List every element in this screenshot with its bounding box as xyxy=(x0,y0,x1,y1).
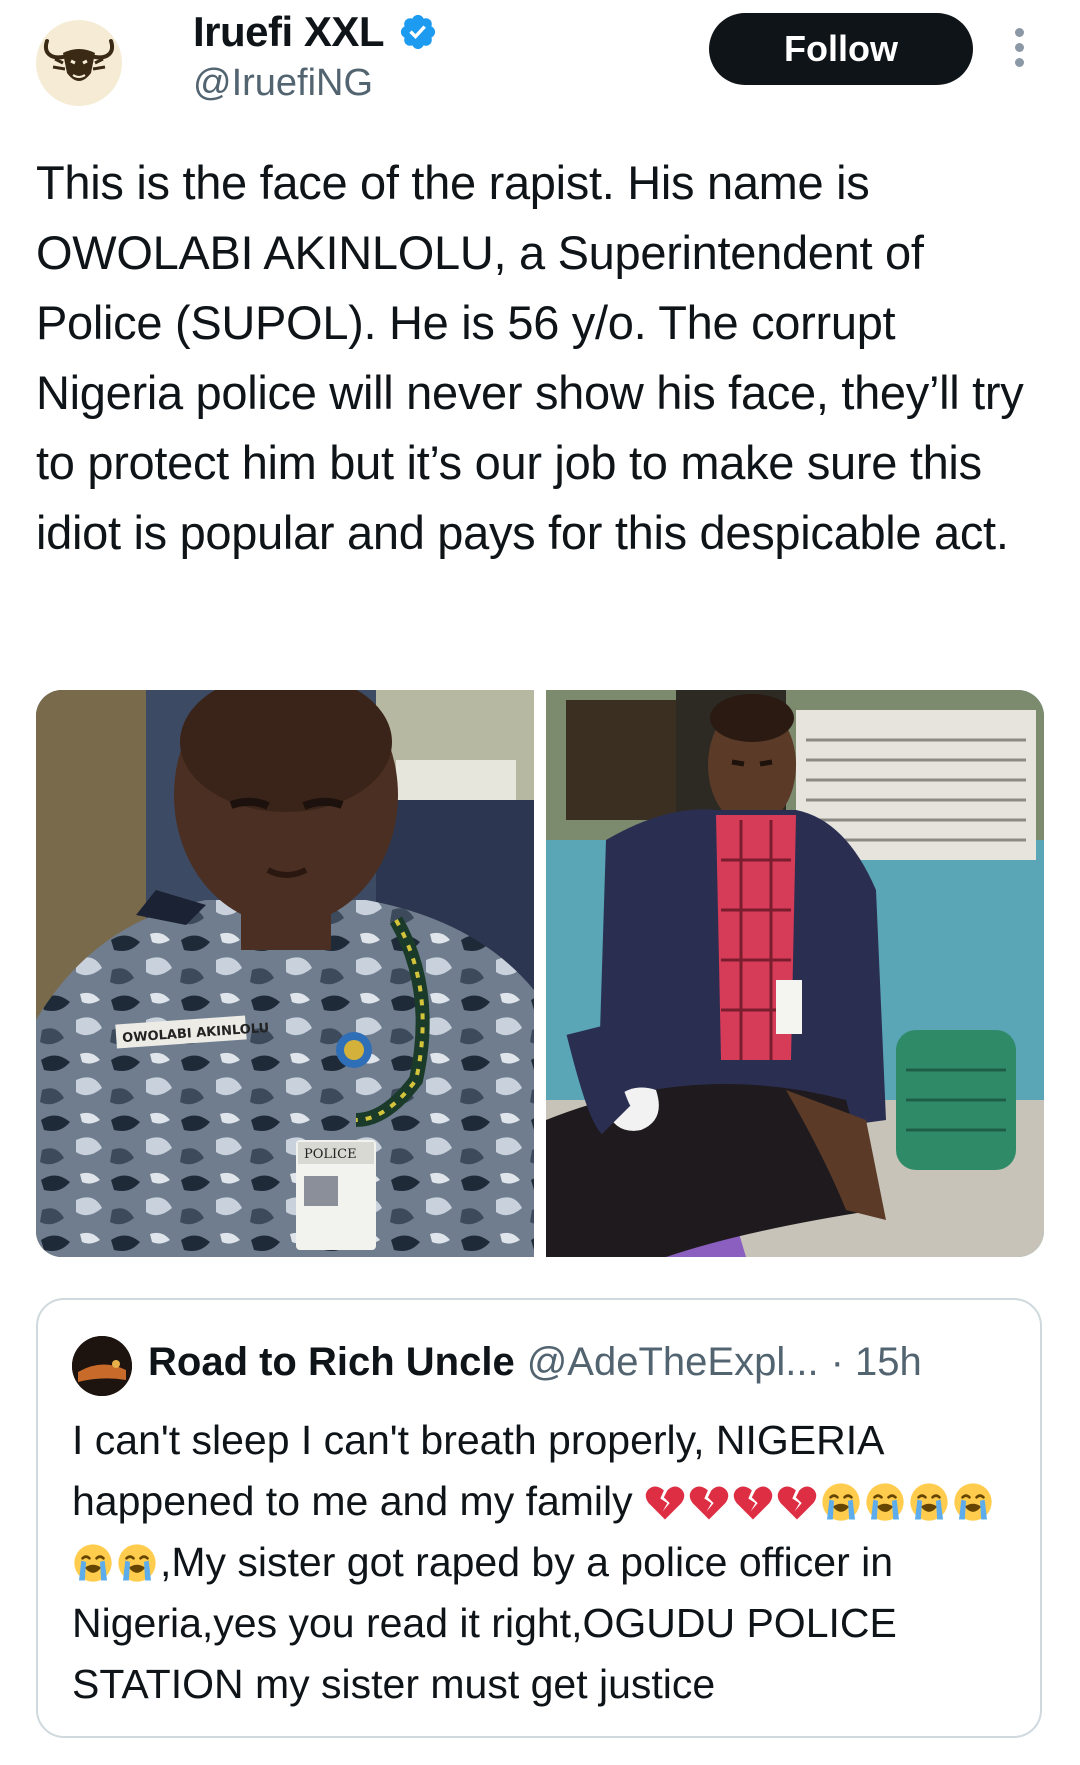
loudly-crying-face-icon xyxy=(910,1483,948,1521)
broken-heart-icon xyxy=(777,1486,817,1520)
tweet-media[interactable]: OWOLABI AKINLOLU POLICE xyxy=(36,690,1044,1257)
emoji-group-1 xyxy=(644,1478,864,1524)
follow-button[interactable]: Follow xyxy=(709,13,973,85)
more-vertical-icon[interactable] xyxy=(1006,24,1032,74)
quote-timestamp[interactable]: · 15h xyxy=(831,1340,922,1385)
loudly-crying-face-icon xyxy=(866,1483,904,1521)
photo-officer-suit[interactable] xyxy=(546,690,1044,1257)
bull-skull-icon xyxy=(44,39,114,81)
loudly-crying-face-icon xyxy=(822,1483,860,1521)
quote-author-handle[interactable]: @AdeTheExpl... xyxy=(527,1340,819,1385)
tweet-text: This is the face of the rapist. His name… xyxy=(36,156,1037,559)
quote-author-name[interactable]: Road to Rich Uncle xyxy=(148,1340,515,1385)
broken-heart-icon xyxy=(645,1486,685,1520)
broken-heart-icon xyxy=(689,1486,729,1520)
author-handle[interactable]: @IruefiNG xyxy=(193,62,373,105)
badge-label-text: POLICE xyxy=(304,1147,357,1162)
quote-text-part2: ,My sister got raped by a police officer… xyxy=(72,1539,897,1707)
quote-header: Road to Rich Uncle @AdeTheExpl... · 15h xyxy=(148,1340,922,1385)
loudly-crying-face-icon xyxy=(74,1544,112,1582)
verified-badge-icon xyxy=(400,14,436,50)
quote-text: I can't sleep I can't breath properly, N… xyxy=(72,1410,1022,1715)
broken-heart-icon xyxy=(733,1486,773,1520)
loudly-crying-face-icon xyxy=(954,1483,992,1521)
quoted-tweet[interactable]: Road to Rich Uncle @AdeTheExpl... · 15h … xyxy=(36,1298,1042,1738)
loudly-crying-face-icon xyxy=(118,1544,156,1582)
author-display-name[interactable]: Iruefi XXL xyxy=(193,8,438,56)
author-name-text: Iruefi XXL xyxy=(193,8,385,55)
photo-officer-uniform[interactable]: OWOLABI AKINLOLU POLICE xyxy=(36,690,534,1257)
quote-author-avatar[interactable] xyxy=(72,1336,132,1396)
author-avatar[interactable] xyxy=(36,20,122,106)
